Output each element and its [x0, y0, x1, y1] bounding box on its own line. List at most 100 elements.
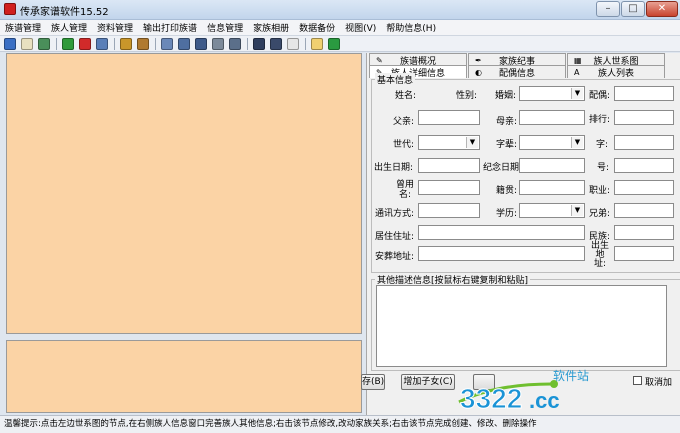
toolbar-separator	[247, 37, 248, 50]
occupation-label: 职业:	[589, 186, 611, 196]
building-icon[interactable]	[195, 37, 207, 50]
app-icon	[4, 3, 16, 15]
other-info-textarea[interactable]	[376, 285, 667, 367]
basic-info-group	[371, 79, 680, 273]
tab-label: 配偶信息	[498, 68, 535, 79]
save-button[interactable]: 存(B)	[361, 374, 385, 390]
chart-icon: ▦	[574, 56, 582, 65]
residence-label: 居住住址:	[375, 232, 415, 242]
menu-item-3[interactable]: 输出打印族谱	[138, 21, 202, 34]
residence-field[interactable]	[418, 225, 585, 240]
mother-field[interactable]	[519, 110, 585, 125]
add-child-button[interactable]: 增加子女(C)	[401, 374, 455, 390]
title-bar: 传承家谱软件15.52 – □ ✕	[0, 0, 680, 20]
status-bar: 温馨提示:点击左边世系图的节点,在右侧族人信息窗口完善族人其他信息;右击该节点修…	[0, 415, 680, 433]
toolbar	[0, 36, 680, 52]
contact-field[interactable]	[418, 203, 480, 218]
cancel-add-checkbox[interactable]	[633, 376, 642, 385]
education-select[interactable]: ▼	[519, 203, 585, 218]
memorial-date-field[interactable]	[519, 158, 585, 173]
spouse-icon: ◐	[475, 68, 482, 77]
education-label: 学历:	[496, 209, 518, 219]
close-button[interactable]: ✕	[646, 1, 678, 17]
marriage-select[interactable]: ▼	[519, 86, 585, 101]
father-field[interactable]	[418, 110, 480, 125]
generation-char-label: 字辈:	[496, 140, 518, 150]
hao-field[interactable]	[614, 158, 674, 173]
gender-label: 性别:	[456, 91, 478, 101]
burial-field[interactable]	[418, 246, 585, 261]
toolbar-separator	[305, 37, 306, 50]
book-icon[interactable]	[21, 37, 33, 50]
open-book-icon[interactable]	[253, 37, 265, 50]
former-name-field[interactable]	[418, 180, 480, 195]
menu-item-8[interactable]: 帮助信息(H)	[381, 21, 441, 34]
watermark-number: 3322	[460, 383, 522, 414]
photo-icon[interactable]	[38, 37, 50, 50]
scroll-icon: ✎	[376, 56, 383, 65]
minimize-button[interactable]: –	[596, 1, 620, 17]
list-icon: A	[574, 68, 580, 77]
watermark-logo: 3322 .cc 软件站	[455, 364, 605, 415]
detail-preview-pane[interactable]	[6, 340, 362, 413]
tab-member-list[interactable]: A 族人列表	[567, 65, 665, 79]
add-person-icon[interactable]	[62, 37, 74, 50]
watermark-graphic: 3322 .cc 软件站	[458, 369, 589, 415]
text-icon[interactable]	[287, 37, 299, 50]
cancel-add-label: 取消加	[645, 378, 673, 388]
tab-spouse-info[interactable]: ◐ 配偶信息	[468, 65, 566, 79]
contact-label: 通讯方式:	[375, 209, 415, 219]
father-label: 父亲:	[393, 117, 415, 127]
people-icon[interactable]	[120, 37, 132, 50]
window-title: 传承家谱软件15.52	[20, 7, 109, 18]
birth-date-field[interactable]	[418, 158, 480, 173]
edit-card-icon[interactable]	[96, 37, 108, 50]
menu-item-4[interactable]: 信息管理	[202, 21, 248, 34]
brothers-label: 兄弟:	[589, 209, 611, 219]
network-icon[interactable]	[229, 37, 241, 50]
brothers-field[interactable]	[614, 203, 674, 218]
birthplace-field[interactable]	[614, 246, 674, 261]
generation-select[interactable]: ▼	[418, 135, 480, 150]
courtesy-name-label: 字:	[596, 140, 609, 150]
generation-label: 世代:	[393, 140, 415, 150]
toolbar-separator	[155, 37, 156, 50]
watermark-cn: 软件站	[553, 369, 589, 383]
settings-icon[interactable]	[212, 37, 224, 50]
native-place-field[interactable]	[519, 180, 585, 195]
chart-icon[interactable]	[178, 37, 190, 50]
menu-item-1[interactable]: 族人管理	[46, 21, 92, 34]
print-icon[interactable]	[161, 37, 173, 50]
marriage-label: 婚姻:	[495, 91, 517, 101]
menu-item-2[interactable]: 资料管理	[92, 21, 138, 34]
chevron-down-icon: ▼	[571, 88, 583, 99]
spouse-label: 配偶:	[589, 91, 611, 101]
chat-icon[interactable]	[311, 37, 323, 50]
exit-icon[interactable]	[328, 37, 340, 50]
menu-item-7[interactable]: 视图(V)	[340, 21, 381, 34]
menu-item-0[interactable]: 族谱管理	[0, 21, 46, 34]
books-icon[interactable]	[270, 37, 282, 50]
birthplace-label: 出生地址:	[590, 241, 609, 269]
menu-item-6[interactable]: 数据备份	[294, 21, 340, 34]
memorial-date-label: 纪念日期:	[483, 163, 523, 173]
member-info-panel: ✎ 族谱概况 ✒ 家族纪事 ▦ 族人世系图 ✎ 族人详细信息 ◐ 配偶信息 A …	[361, 53, 680, 415]
mother-label: 母亲:	[496, 117, 518, 127]
rank-field[interactable]	[614, 110, 674, 125]
delete-icon[interactable]	[79, 37, 91, 50]
former-name-label: 曾用名:	[396, 180, 415, 200]
menu-item-5[interactable]: 家族相册	[248, 21, 294, 34]
occupation-field[interactable]	[614, 180, 674, 195]
chevron-down-icon: ▼	[571, 205, 583, 216]
generation-char-select[interactable]: ▼	[519, 135, 585, 150]
rank-label: 排行:	[589, 115, 611, 125]
family-tree-pane[interactable]	[6, 53, 362, 334]
ethnicity-field[interactable]	[614, 225, 674, 240]
family-icon[interactable]	[137, 37, 149, 50]
chevron-down-icon: ▼	[571, 137, 583, 148]
maximize-button[interactable]: □	[621, 1, 645, 17]
tree-view-icon[interactable]	[4, 37, 16, 50]
courtesy-name-field[interactable]	[614, 135, 674, 150]
toolbar-separator	[114, 37, 115, 50]
spouse-field[interactable]	[614, 86, 674, 101]
